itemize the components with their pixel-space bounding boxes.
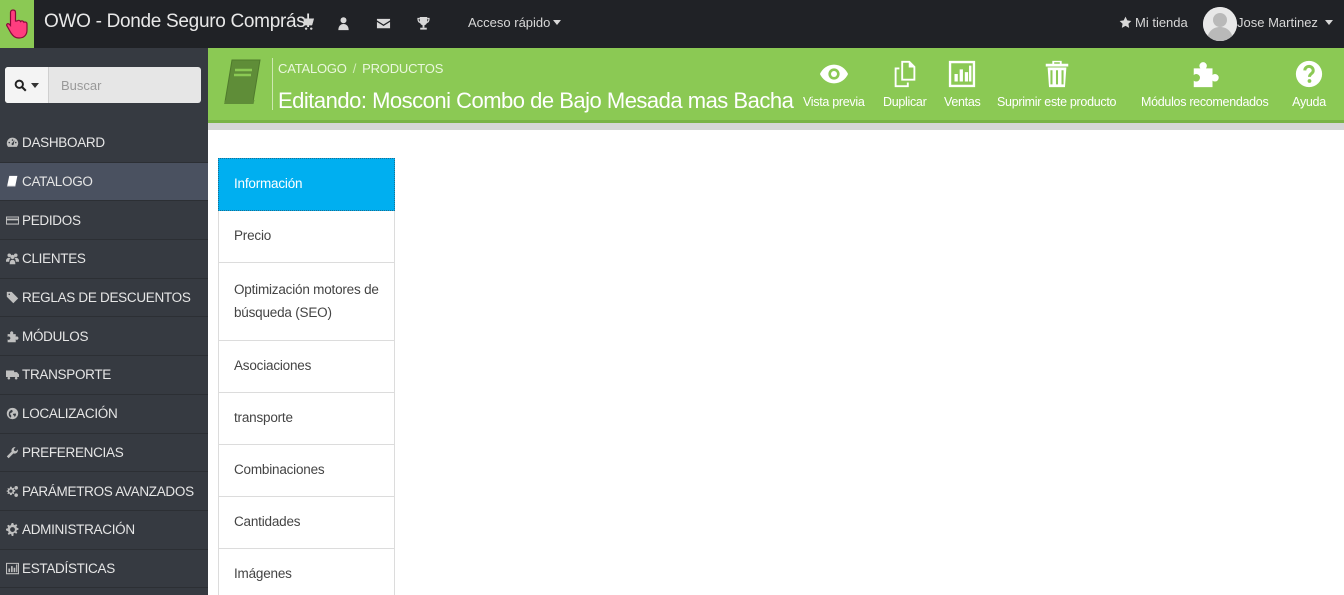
sidebar-item-label: TRANSPORTE <box>22 367 112 383</box>
page-header: CATALOGO / PRODUCTOS Editando: Mosconi Com… <box>208 48 1344 120</box>
recommended-modules-label: Módulos recomendados <box>1141 95 1269 109</box>
breadcrumb: CATALOGO / PRODUCTOS <box>278 61 443 76</box>
puzzle-icon <box>1188 58 1222 90</box>
cogs-icon <box>5 484 19 498</box>
sidebar: DASHBOARD CATALOGO PEDIDOS CLIENTES REGL… <box>0 48 208 595</box>
tab-precio[interactable]: Precio <box>218 211 395 263</box>
user-name: Jose Martinez <box>1237 15 1318 30</box>
sidebar-item-dashboard[interactable]: DASHBOARD <box>0 124 208 163</box>
bar-chart-icon <box>5 561 19 575</box>
caret-down-icon <box>31 82 39 88</box>
tab-cantidades[interactable]: Cantidades <box>218 497 395 549</box>
user-icon[interactable] <box>334 14 352 32</box>
sidebar-item-preferencias[interactable]: PREFERENCIAS <box>0 434 208 473</box>
preview-button[interactable]: Vista previa <box>803 58 865 116</box>
user-menu-dropdown[interactable]: Jose Martinez <box>1237 15 1333 30</box>
preview-label: Vista previa <box>803 95 865 109</box>
search-box <box>5 67 201 103</box>
shop-name[interactable]: OWO - Donde Seguro Comprás! <box>44 11 311 33</box>
quick-access-dropdown[interactable]: Acceso rápido <box>468 15 562 30</box>
sidebar-item-modulos[interactable]: MÓDULOS <box>0 317 208 357</box>
caret-down-icon <box>553 20 562 25</box>
top-navbar: OWO - Donde Seguro Comprás! Acceso rápid… <box>0 0 1344 48</box>
help-button[interactable]: Ayuda <box>1292 58 1326 116</box>
sidebar-item-label: DASHBOARD <box>22 135 105 151</box>
search-input[interactable] <box>49 67 199 103</box>
help-icon <box>1292 58 1326 90</box>
avatar[interactable] <box>1203 7 1237 41</box>
duplicate-label: Duplicar <box>883 95 927 109</box>
book-icon <box>222 58 262 110</box>
eye-icon <box>817 58 851 90</box>
sidebar-item-label: MÓDULOS <box>22 328 89 344</box>
tab-seo[interactable]: Optimización motores de búsqueda (SEO) <box>218 263 395 341</box>
recommended-modules-button[interactable]: Módulos recomendados <box>1141 58 1269 116</box>
product-tabs: Información Precio Optimización motores … <box>218 158 395 595</box>
sidebar-item-label: ESTADÍSTICAS <box>22 560 115 576</box>
trash-icon <box>1040 58 1074 90</box>
sidebar-item-administracion[interactable]: ADMINISTRACIÓN <box>0 511 208 550</box>
credit-card-icon <box>5 213 19 227</box>
my-shop-label: Mi tienda <box>1135 15 1188 30</box>
sidebar-item-pedidos[interactable]: PEDIDOS <box>0 201 208 241</box>
sidebar-item-label: CATALOGO <box>22 174 93 190</box>
breadcrumb-item-catalogo[interactable]: CATALOGO <box>278 61 347 76</box>
breadcrumb-item-productos[interactable]: PRODUCTOS <box>362 61 443 76</box>
sidebar-item-label: ADMINISTRACIÓN <box>22 522 135 538</box>
copy-icon <box>888 58 922 90</box>
tab-combinaciones[interactable]: Combinaciones <box>218 445 395 497</box>
tab-informacion[interactable]: Información <box>218 158 395 211</box>
sidebar-item-label: LOCALIZACIÓN <box>22 406 118 422</box>
help-label: Ayuda <box>1292 95 1326 109</box>
page-title: Editando: Mosconi Combo de Bajo Mesada m… <box>278 88 798 113</box>
breadcrumb-separator: / <box>352 61 357 76</box>
sidebar-item-transporte[interactable]: TRANSPORTE <box>0 356 208 395</box>
quick-access-label: Acceso rápido <box>468 15 551 30</box>
sidebar-item-label: PARÁMETROS AVANZADOS <box>22 483 194 499</box>
main-menu: DASHBOARD CATALOGO PEDIDOS CLIENTES REGL… <box>0 124 208 589</box>
sidebar-item-reglas-descuentos[interactable]: REGLAS DE DESCUENTOS <box>0 279 208 318</box>
book-icon <box>5 175 19 189</box>
puzzle-icon <box>5 329 19 343</box>
logo-hand-icon[interactable] <box>0 0 34 48</box>
sidebar-item-clientes[interactable]: CLIENTES <box>0 240 208 279</box>
search-icon <box>14 79 27 92</box>
sidebar-item-label: PEDIDOS <box>22 212 81 228</box>
sidebar-item-estadisticas[interactable]: ESTADÍSTICAS <box>0 550 208 589</box>
sidebar-item-label: REGLAS DE DESCUENTOS <box>22 290 191 306</box>
sales-label: Ventas <box>944 95 981 109</box>
tab-asociaciones[interactable]: Asociaciones <box>218 341 395 393</box>
sales-button[interactable]: Ventas <box>944 58 981 116</box>
my-shop-link[interactable]: Mi tienda <box>1119 15 1188 30</box>
sidebar-item-catalogo[interactable]: CATALOGO <box>0 162 208 202</box>
search-type-button[interactable] <box>5 67 49 103</box>
tab-transporte[interactable]: transporte <box>218 393 395 445</box>
header-divider <box>272 58 273 110</box>
caret-down-icon <box>1324 20 1333 25</box>
envelope-icon[interactable] <box>374 14 392 32</box>
star-icon <box>1119 16 1132 28</box>
tags-icon <box>5 291 19 305</box>
users-icon <box>5 252 19 266</box>
header-shadow <box>208 120 1344 130</box>
duplicate-button[interactable]: Duplicar <box>883 58 927 116</box>
delete-product-button[interactable]: Suprimir este producto <box>997 58 1116 116</box>
truck-icon <box>5 368 19 382</box>
sidebar-item-label: CLIENTES <box>22 251 86 267</box>
cart-icon[interactable] <box>298 14 316 32</box>
wrench-icon <box>5 445 19 459</box>
tab-imagenes[interactable]: Imágenes <box>218 549 395 595</box>
globe-icon <box>5 407 19 421</box>
trophy-icon[interactable] <box>414 14 432 32</box>
bar-chart-icon <box>945 58 979 90</box>
delete-product-label: Suprimir este producto <box>997 95 1117 109</box>
dashboard-icon <box>5 136 19 150</box>
sidebar-item-label: PREFERENCIAS <box>22 444 124 460</box>
cog-icon <box>5 523 19 537</box>
sidebar-item-parametros-avanzados[interactable]: PARÁMETROS AVANZADOS <box>0 472 208 511</box>
sidebar-item-localizacion[interactable]: LOCALIZACIÓN <box>0 395 208 434</box>
